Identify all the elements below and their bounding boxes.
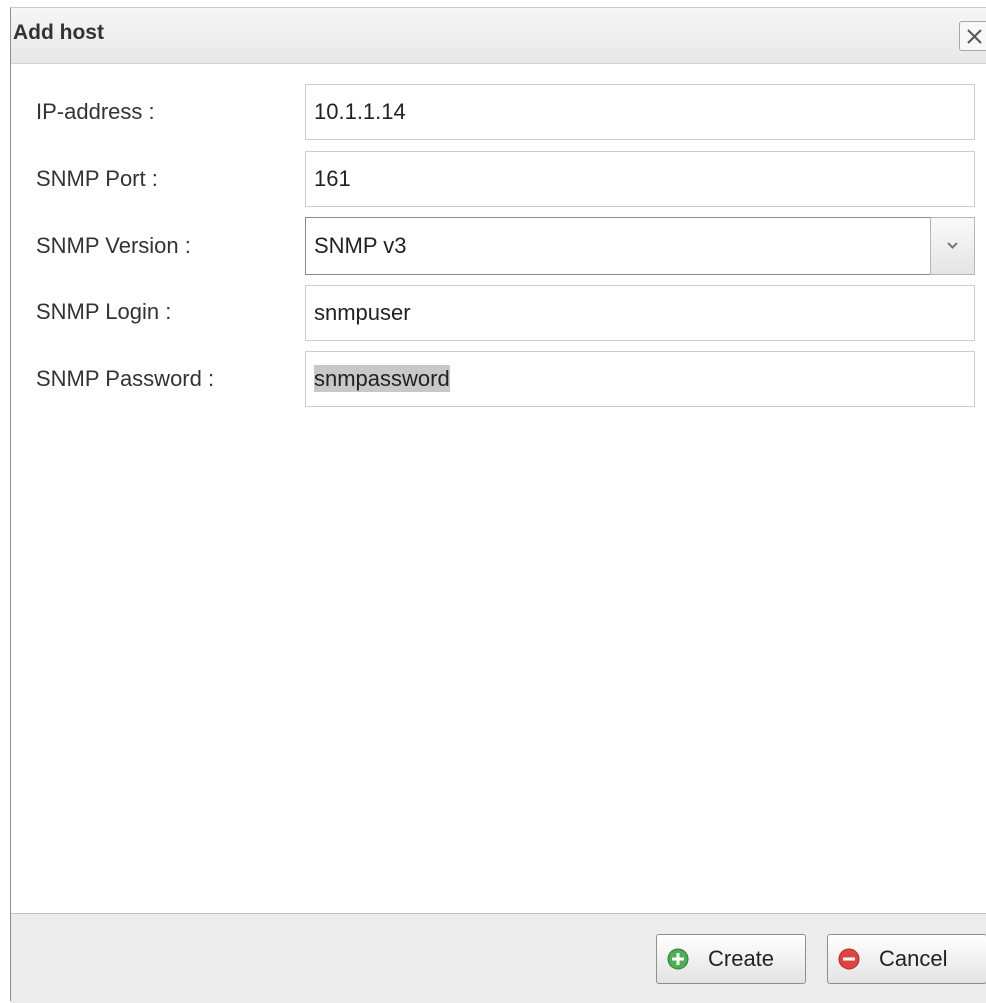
create-button[interactable]: Create (656, 934, 806, 984)
snmp-password-label: SNMP Password : (36, 366, 215, 391)
snmp-port-label: SNMP Port : (36, 166, 158, 191)
close-icon (967, 29, 982, 44)
chevron-down-icon (947, 242, 958, 249)
snmp-port-value: 161 (314, 166, 351, 191)
dialog-titlebar: Add host (11, 8, 986, 64)
ip-address-label: IP-address : (36, 99, 155, 124)
dialog-footer: Create Cancel (11, 913, 986, 1003)
add-host-dialog: Add host IP-address : 10.1.1.14 SNMP Por… (10, 7, 986, 1003)
dialog-title: Add host (13, 21, 104, 44)
snmp-port-input[interactable]: 161 (305, 151, 975, 207)
create-button-label: Create (708, 946, 775, 971)
snmp-login-input[interactable]: snmpuser (305, 285, 975, 341)
plus-circle-icon (667, 948, 689, 970)
snmp-version-value: SNMP v3 (314, 233, 407, 258)
snmp-password-input[interactable]: snmpassword (305, 351, 975, 407)
snmp-version-label: SNMP Version : (36, 233, 191, 258)
minus-circle-icon (838, 948, 860, 970)
snmp-password-value: snmpassword (314, 365, 450, 392)
snmp-login-label: SNMP Login : (36, 299, 172, 324)
cancel-button-label: Cancel (879, 946, 948, 971)
close-button[interactable] (959, 21, 986, 51)
snmp-version-select[interactable]: SNMP v3 (305, 217, 975, 275)
snmp-version-dropdown-button[interactable] (930, 217, 975, 275)
ip-address-input[interactable]: 10.1.1.14 (305, 84, 975, 140)
snmp-login-value: snmpuser (314, 300, 411, 325)
cancel-button[interactable]: Cancel (827, 934, 986, 984)
ip-address-value: 10.1.1.14 (314, 99, 406, 124)
